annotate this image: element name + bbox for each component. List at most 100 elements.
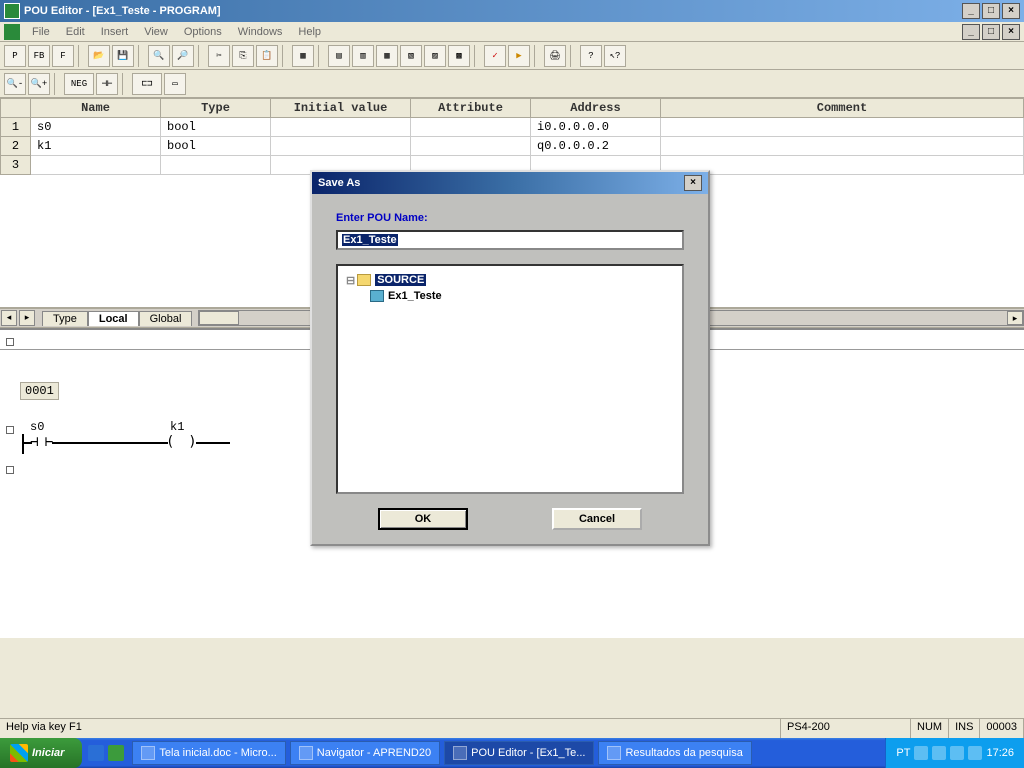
tb-find2[interactable]: 🔎 [172, 45, 194, 67]
tb-zoomin[interactable]: 🔍+ [28, 73, 50, 95]
tab-global[interactable]: Global [139, 311, 193, 326]
ladder-marker3-icon [6, 466, 14, 474]
maximize-button[interactable]: □ [982, 3, 1000, 19]
child-close-button[interactable]: × [1002, 24, 1020, 40]
child-maximize-button[interactable]: □ [982, 24, 1000, 40]
start-button[interactable]: Iniciar [0, 738, 82, 768]
tb-cut[interactable]: ✂ [208, 45, 230, 67]
col-initial[interactable]: Initial value [271, 99, 411, 118]
tree-child[interactable]: Ex1_Teste [346, 288, 674, 304]
menu-windows[interactable]: Windows [230, 24, 291, 40]
ok-button[interactable]: OK [378, 508, 468, 530]
dialog-close-button[interactable]: × [684, 175, 702, 191]
doc-icon [4, 24, 20, 40]
menu-help[interactable]: Help [290, 24, 329, 40]
tab-local[interactable]: Local [88, 311, 139, 326]
status-help: Help via key F1 [0, 719, 781, 738]
file-icon [370, 290, 384, 302]
taskbar: Iniciar Tela inicial.doc - Micro... Navi… [0, 738, 1024, 768]
tb-view3[interactable]: ▦ [376, 45, 398, 67]
taskbar-item[interactable]: Resultados da pesquisa [598, 741, 751, 765]
wire [52, 442, 168, 444]
tab-nav-first[interactable]: ◂ [1, 310, 17, 326]
tb-zoomout[interactable]: 🔍- [4, 73, 26, 95]
scroll-thumb[interactable] [199, 311, 239, 325]
tb-save[interactable]: 💾 [112, 45, 134, 67]
col-name[interactable]: Name [31, 99, 161, 118]
menu-options[interactable]: Options [176, 24, 230, 40]
tb-coil[interactable]: ⊏⊐ [132, 73, 162, 95]
pou-name-input[interactable]: Ex1_Teste [336, 230, 684, 250]
tb-grid1[interactable]: ▦ [292, 45, 314, 67]
tb-check[interactable]: ✓ [484, 45, 506, 67]
desktop-icon[interactable] [108, 745, 124, 761]
contact-symbol-icon[interactable]: ⊣ ⊢ [30, 434, 52, 450]
menu-view[interactable]: View [136, 24, 176, 40]
tab-type[interactable]: Type [42, 311, 88, 326]
tb-view1[interactable]: ▤ [328, 45, 350, 67]
scroll-right-icon[interactable]: ▸ [1007, 311, 1023, 325]
tree-root[interactable]: ⊟ SOURCE [346, 272, 674, 288]
tb-help[interactable]: ? [580, 45, 602, 67]
tb-copy[interactable]: ⎘ [232, 45, 254, 67]
tb-open[interactable]: 📂 [88, 45, 110, 67]
wire [196, 442, 230, 444]
child-minimize-button[interactable]: _ [962, 24, 980, 40]
left-rail [22, 434, 24, 454]
nav-icon [299, 746, 313, 760]
taskbar-item-active[interactable]: POU Editor - [Ex1_Te... [444, 741, 594, 765]
dialog-tree[interactable]: ⊟ SOURCE Ex1_Teste [336, 264, 684, 494]
dialog-title-text: Save As [318, 177, 360, 189]
search-icon [607, 746, 621, 760]
tb-paste[interactable]: 📋 [256, 45, 278, 67]
tab-nav-prev[interactable]: ▸ [19, 310, 35, 326]
taskbar-item[interactable]: Navigator - APREND20 [290, 741, 440, 765]
col-type[interactable]: Type [161, 99, 271, 118]
col-comment[interactable]: Comment [661, 99, 1024, 118]
tb-contact[interactable]: ⊣⊢ [96, 73, 118, 95]
system-tray[interactable]: PT 17:26 [885, 738, 1024, 768]
ladder-marker2-icon [6, 426, 14, 434]
contact-label-s0: s0 [30, 420, 44, 434]
taskbar-item[interactable]: Tela inicial.doc - Micro... [132, 741, 285, 765]
tb-find[interactable]: 🔍 [148, 45, 170, 67]
tb-view4[interactable]: ▧ [400, 45, 422, 67]
cancel-button[interactable]: Cancel [552, 508, 642, 530]
menu-insert[interactable]: Insert [93, 24, 137, 40]
table-row[interactable]: 1 s0 bool i0.0.0.0.0 [1, 118, 1024, 137]
tb-neg[interactable]: NEG [64, 73, 94, 95]
rung-number: 0001 [20, 382, 59, 400]
tray-icon[interactable] [914, 746, 928, 760]
ie-icon[interactable] [88, 745, 104, 761]
menu-file[interactable]: File [24, 24, 58, 40]
tb-view6[interactable]: ▩ [448, 45, 470, 67]
close-button[interactable]: × [1002, 3, 1020, 19]
tray-icon[interactable] [950, 746, 964, 760]
tb-whatsthis[interactable]: ↖? [604, 45, 626, 67]
tb-view2[interactable]: ▥ [352, 45, 374, 67]
tb-box[interactable]: ▭ [164, 73, 186, 95]
tb-p[interactable]: P [4, 45, 26, 67]
table-row[interactable]: 2 k1 bool q0.0.0.0.2 [1, 137, 1024, 156]
pou-icon [453, 746, 467, 760]
tray-clock[interactable]: 17:26 [986, 747, 1014, 759]
tray-icon[interactable] [932, 746, 946, 760]
tb-fb[interactable]: FB [28, 45, 50, 67]
tb-run[interactable]: ▶ [508, 45, 530, 67]
tray-lang[interactable]: PT [896, 747, 910, 759]
statusbar: Help via key F1 PS4-200 NUM INS 00003 [0, 718, 1024, 738]
col-addr[interactable]: Address [531, 99, 661, 118]
folder-icon [357, 274, 371, 286]
menubar: File Edit Insert View Options Windows He… [0, 22, 1024, 42]
variable-table[interactable]: Name Type Initial value Attribute Addres… [0, 98, 1024, 175]
minimize-button[interactable]: _ [962, 3, 980, 19]
dialog-titlebar[interactable]: Save As × [312, 172, 708, 194]
coil-symbol-icon[interactable]: ( ) [166, 434, 196, 450]
tb-view5[interactable]: ▨ [424, 45, 446, 67]
col-attr[interactable]: Attribute [411, 99, 531, 118]
tb-print[interactable]: 🖨 [544, 45, 566, 67]
tb-f[interactable]: F [52, 45, 74, 67]
tray-icon[interactable] [968, 746, 982, 760]
menu-edit[interactable]: Edit [58, 24, 93, 40]
ladder-marker-icon [6, 338, 14, 346]
